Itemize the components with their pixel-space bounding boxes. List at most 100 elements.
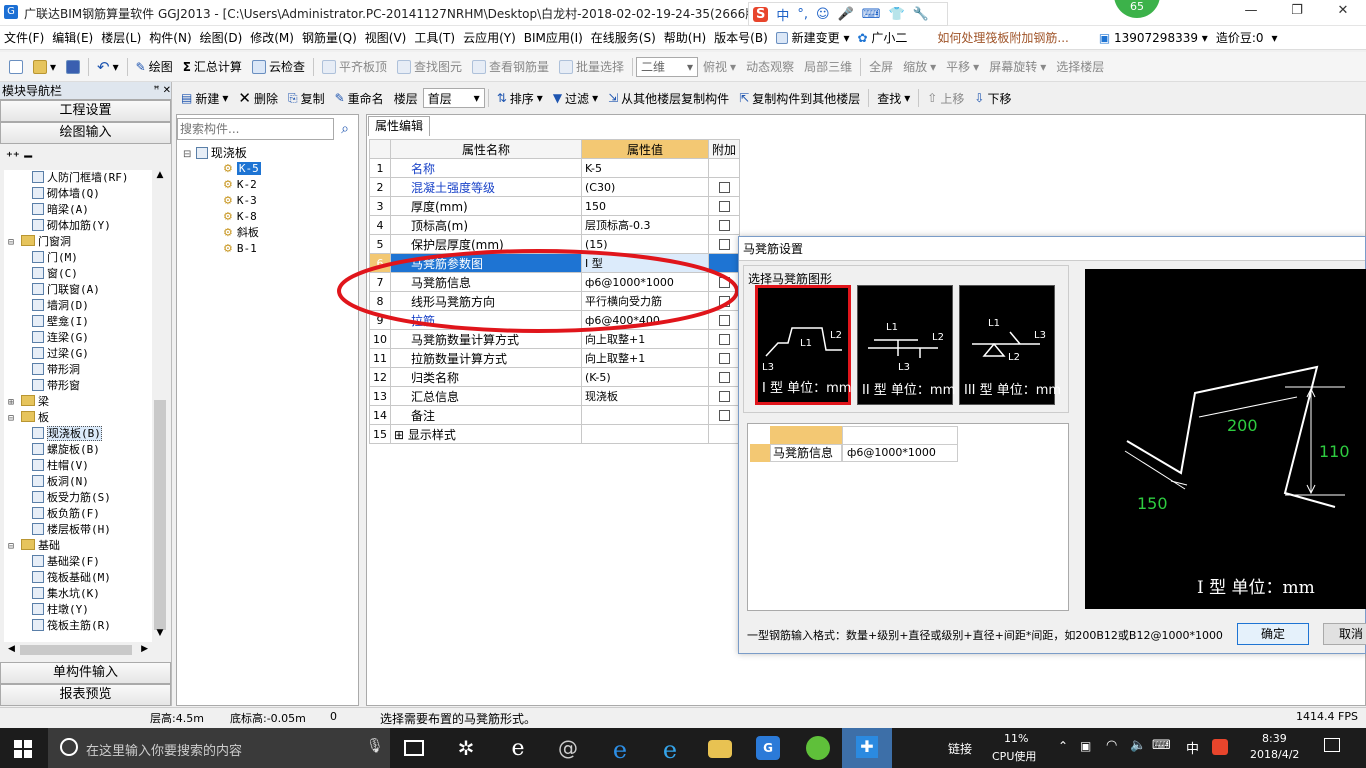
tab-property-edit[interactable]: 属性编辑 — [368, 116, 431, 136]
expand-icon[interactable]: ⊞ — [8, 395, 17, 411]
component-list-item[interactable]: ⚙ 斜板 — [223, 225, 259, 241]
file-explorer-icon[interactable] — [708, 740, 732, 758]
report-preview-button[interactable]: 报表预览 — [0, 684, 171, 706]
drawing-input-button[interactable]: 绘图输入 — [0, 122, 171, 144]
assistant-menu[interactable]: ✿ 广小二 — [853, 29, 911, 46]
ime-keyboard-icon[interactable]: ⌨ — [862, 7, 881, 22]
component-list-item[interactable]: ⚙ K-3 — [223, 193, 257, 209]
menu-component[interactable]: 构件(N) — [145, 29, 195, 46]
property-row[interactable]: 13 汇总信息 现浇板 — [369, 386, 741, 406]
component-list-item[interactable]: ⚙ K-8 — [223, 209, 257, 225]
component-search-input[interactable] — [177, 118, 334, 140]
notification-icon[interactable] — [1324, 738, 1340, 752]
wifi-icon[interactable]: ◠ — [1106, 738, 1117, 753]
menu-floor[interactable]: 楼层(L) — [97, 29, 145, 46]
component-list-item[interactable]: ⚙ K-2 — [223, 177, 257, 193]
top-view-button[interactable]: 俯视 ▾ — [698, 58, 741, 75]
menu-modify[interactable]: 修改(M) — [246, 29, 298, 46]
orbit-button[interactable]: 动态观察 — [741, 58, 799, 75]
copy-to-floor-button[interactable]: ⇱ 复制构件到其他楼层 — [734, 90, 865, 107]
price-beans[interactable]: 造价豆:0 — [1212, 29, 1268, 46]
tree-item[interactable]: 窗(C) — [32, 266, 78, 282]
property-value[interactable]: 150 — [581, 196, 709, 216]
tree-item[interactable]: 过梁(G) — [32, 346, 89, 362]
component-list-item[interactable]: ⚙ K-5 — [223, 161, 261, 177]
ime-toolbar[interactable]: S 中 °, ☺ 🎤 ⌨ 👕 🔧 — [748, 2, 948, 26]
ime-emoji-icon[interactable]: ☺ — [816, 7, 830, 22]
nav-hscroll[interactable]: ◀ ▶ — [4, 642, 152, 658]
expand-collapse-icons[interactable]: ⁺⁺ ━ — [0, 144, 171, 170]
additional-checkbox[interactable] — [718, 353, 730, 364]
shape-type-3[interactable]: L1 L2 L3 III 型 单位：mm — [959, 285, 1061, 405]
user-phone[interactable]: ▣ 13907298339 ▾ — [1095, 31, 1212, 45]
view-rebar-button[interactable]: 查看钢筋量 — [467, 58, 554, 75]
ime-voice-icon[interactable]: 🎤 — [838, 7, 854, 22]
property-row[interactable]: 4 顶标高(m) 层顶标高-0.3 — [369, 215, 741, 235]
single-component-button[interactable]: 单构件输入 — [0, 662, 171, 684]
tree-item[interactable]: 板受力筋(S) — [32, 490, 111, 506]
search-icon[interactable]: ⌕ — [334, 121, 356, 137]
tree-item[interactable]: 砌体墙(Q) — [32, 186, 100, 202]
tree-item[interactable]: 连梁(G) — [32, 330, 89, 346]
windows-start-icon[interactable] — [14, 740, 32, 758]
ime-skin-icon[interactable]: 👕 — [889, 7, 905, 22]
menu-version[interactable]: 版本号(B) — [710, 29, 772, 46]
tree-item[interactable]: 暗梁(A) — [32, 202, 89, 218]
list-root[interactable]: ⊟ 现浇板 — [183, 145, 247, 161]
shape-type-2[interactable]: L1 L2 L3 II 型 单位：mm — [857, 285, 955, 405]
save-button[interactable] — [61, 59, 85, 74]
minimize-button[interactable]: — — [1228, 0, 1274, 24]
property-row[interactable]: 3 厚度(mm) 150 — [369, 196, 741, 216]
property-value[interactable]: (C30) — [581, 177, 709, 197]
new-component-button[interactable]: ▤ 新建 ▾ — [176, 90, 233, 107]
collapse-icon[interactable]: ⊟ — [8, 235, 17, 251]
sogou-icon[interactable]: S — [753, 6, 769, 22]
component-list-item[interactable]: ⚙ B-1 — [223, 241, 257, 257]
tree-item[interactable]: 带形窗 — [32, 378, 80, 394]
summary-calc-button[interactable]: Σ 汇总计算 — [178, 58, 247, 75]
pin-close-icons[interactable]: ꟸ ✕ — [154, 85, 171, 96]
draw-button[interactable]: ✎ 绘图 — [131, 58, 178, 75]
move-down-button[interactable]: ⇩ 下移 — [969, 90, 1016, 107]
menu-draw[interactable]: 绘图(D) — [196, 29, 247, 46]
tree-item[interactable]: 柱墩(Y) — [32, 602, 89, 618]
undo-button[interactable]: ↶ ▾ — [92, 58, 124, 76]
floor-select[interactable]: 首层 ▾ — [422, 88, 485, 108]
new-change-menu[interactable]: 新建变更 ▾ — [772, 29, 854, 46]
menu-view[interactable]: 视图(V) — [361, 29, 411, 46]
menu-cloud[interactable]: 云应用(Y) — [459, 29, 520, 46]
tree-item[interactable]: 砌体加筋(Y) — [32, 218, 111, 234]
fullscreen-button[interactable]: 全屏 — [864, 58, 898, 75]
batch-select-button[interactable]: 批量选择 — [554, 58, 629, 75]
pan-button[interactable]: 平移 ▾ — [941, 58, 984, 75]
ie-blue-icon[interactable]: e — [658, 736, 682, 764]
property-value[interactable]: K-5 — [581, 158, 709, 178]
volume-icon[interactable]: 🔈 — [1130, 738, 1146, 753]
ime-tools-icon[interactable]: 🔧 — [913, 7, 929, 22]
move-up-button[interactable]: ⇧ 上移 — [922, 90, 969, 107]
delete-button[interactable]: ✕ 删除 — [233, 89, 283, 107]
maximize-button[interactable]: ❐ — [1274, 0, 1320, 24]
menu-help[interactable]: 帮助(H) — [660, 29, 710, 46]
tree-item[interactable]: 墙洞(D) — [32, 298, 89, 314]
tray-app-icon[interactable]: ▣ — [1080, 739, 1091, 753]
close-button[interactable]: ✕ — [1320, 0, 1366, 24]
tree-item[interactable]: 集水坑(K) — [32, 586, 100, 602]
cloud-check-button[interactable]: 云检查 — [247, 58, 310, 75]
nav-vscroll-thumb[interactable] — [154, 400, 166, 630]
menu-file[interactable]: 文件(F) — [0, 29, 48, 46]
project-settings-button[interactable]: 工程设置 — [0, 100, 171, 122]
property-value[interactable]: (K-5) — [581, 367, 709, 387]
clock-time[interactable]: 8:39 — [1262, 732, 1287, 745]
help-question-link[interactable]: 如何处理筏板附加钢筋... — [933, 29, 1072, 46]
ie-icon[interactable]: e — [506, 736, 530, 761]
collapse-icon[interactable]: ⊟ — [8, 411, 17, 427]
tree-folder[interactable]: ⊟ 板 — [8, 410, 49, 426]
sort-button[interactable]: ⇅ 排序 ▾ — [492, 90, 548, 107]
property-value[interactable]: 向上取整+1 — [581, 348, 709, 368]
align-slab-top-button[interactable]: 平齐板顶 — [317, 58, 392, 75]
menu-online[interactable]: 在线服务(S) — [587, 29, 660, 46]
score-badge[interactable]: 65 — [1114, 0, 1160, 18]
tree-folder[interactable]: ⊟ 门窗洞 — [8, 234, 71, 250]
keyboard-icon[interactable]: ⌨ — [1152, 738, 1171, 753]
